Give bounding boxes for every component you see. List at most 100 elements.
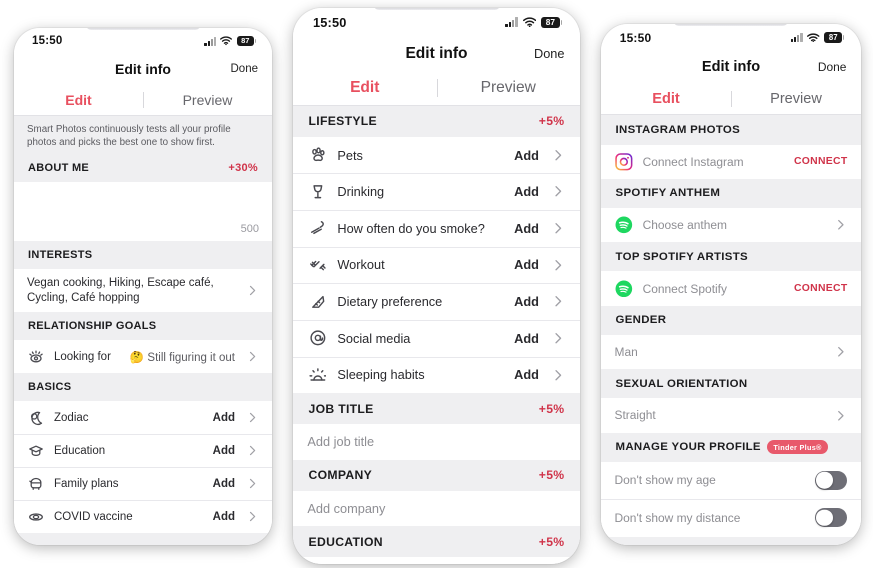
- list-item[interactable]: Pets Add: [293, 136, 580, 174]
- add-button[interactable]: Add: [514, 331, 539, 346]
- cellular-signal-icon: [505, 17, 518, 28]
- phone-screen: 15:50 87 Edit info Done Edit Preview INSTAGRAM…: [601, 24, 861, 545]
- toggle-switch[interactable]: [815, 508, 848, 528]
- tinder-plus-badge: Tinder Plus®: [767, 440, 828, 455]
- section-header: GENDER: [601, 305, 861, 335]
- list-item[interactable]: Choose anthem: [601, 208, 861, 243]
- list-item-label: Connect Spotify: [642, 281, 727, 296]
- section-header: SEXUAL ORIENTATION: [601, 369, 861, 399]
- toggle-row[interactable]: Don't show my distance: [601, 499, 861, 537]
- add-button[interactable]: Add: [514, 257, 539, 272]
- done-button[interactable]: Done: [818, 60, 847, 74]
- list-item[interactable]: Zodiac Add: [14, 401, 272, 434]
- tab-edit[interactable]: Edit: [293, 79, 437, 97]
- toggle-card: Don't show my age Don't show my distance: [601, 461, 861, 537]
- list-item[interactable]: COVID vaccine Add: [14, 500, 272, 533]
- add-button[interactable]: Add: [514, 148, 539, 163]
- section-percent: +5%: [538, 114, 565, 129]
- list-item[interactable]: Workout Add: [293, 246, 580, 284]
- page-title: Edit info: [115, 61, 171, 77]
- phone-screen: 15:50 87 Edit info Done Edit Preview Smart Pho…: [14, 28, 272, 545]
- list-item-label: Zodiac: [54, 411, 89, 424]
- toggle-switch[interactable]: [815, 470, 848, 491]
- connect-button[interactable]: CONNECT: [794, 283, 847, 294]
- list-item[interactable]: Drinking Add: [293, 173, 580, 210]
- list-item-label: Pets: [337, 147, 363, 163]
- list-item-label: Connect Instagram: [642, 154, 744, 169]
- chevron-right-icon: [551, 148, 565, 162]
- toggle-row[interactable]: Don't show my age: [601, 461, 861, 500]
- wifi-icon: [522, 17, 536, 28]
- chevron-right-icon: [246, 284, 259, 297]
- section-title: BASICS: [28, 381, 72, 393]
- list-item[interactable]: Straight: [601, 398, 861, 433]
- section-title: SEXUAL ORIENTATION: [615, 377, 748, 390]
- family-plans-icon: [27, 475, 45, 493]
- add-button[interactable]: Add: [514, 184, 539, 199]
- chevron-right-icon: [246, 444, 259, 457]
- tab-preview[interactable]: Preview: [437, 79, 581, 97]
- add-button[interactable]: Add: [213, 445, 235, 457]
- list-item-label: Drinking: [337, 184, 385, 200]
- add-button[interactable]: Add: [514, 294, 539, 309]
- chevron-right-icon: [551, 294, 565, 308]
- chevron-right-icon: [551, 184, 565, 198]
- social-media-icon: [307, 328, 327, 348]
- scroll-content[interactable]: LIFESTYLE +5% Pets Add Drinking Add How often …: [293, 105, 580, 564]
- battery-level: 87: [540, 16, 560, 29]
- list-item[interactable]: Family plans Add: [14, 467, 272, 500]
- list-item[interactable]: Dietary preference Add: [293, 283, 580, 320]
- list-item[interactable]: Connect Spotify CONNECT: [601, 271, 861, 306]
- add-button[interactable]: Add: [514, 367, 539, 382]
- page-title: Edit info: [701, 58, 761, 75]
- list-item[interactable]: Connect Instagram CONNECT: [601, 144, 861, 179]
- scroll-content[interactable]: Smart Photos continuously tests all your…: [14, 116, 272, 545]
- list-item[interactable]: Social media Add: [293, 319, 580, 357]
- section-title: JOB TITLE: [308, 401, 374, 416]
- list-item[interactable]: Sleeping habits Add: [293, 356, 580, 394]
- nav-bar: Edit info Done: [601, 51, 861, 83]
- text-input-row[interactable]: [293, 557, 580, 564]
- status-bar-indicators: 87: [505, 16, 563, 29]
- tab-bar: Edit Preview: [293, 70, 580, 106]
- tab-bar-border: [293, 104, 580, 106]
- chevron-right-icon: [834, 409, 848, 423]
- tab-preview[interactable]: Preview: [143, 92, 272, 108]
- list-item[interactable]: Education Add: [14, 434, 272, 467]
- list-item-label: How often do you smoke?: [337, 220, 485, 236]
- done-button[interactable]: Done: [231, 63, 259, 75]
- done-button[interactable]: Done: [534, 46, 564, 61]
- list-item-label: Dietary preference: [337, 294, 443, 310]
- about-me-field[interactable]: 500: [14, 182, 272, 241]
- tab-preview[interactable]: Preview: [731, 91, 861, 107]
- interests-value: Vegan cooking, Hiking, Escape café, Cycl…: [27, 276, 214, 304]
- scroll-content[interactable]: INSTAGRAM PHOTOS Connect Instagram CONNECT…: [601, 115, 861, 545]
- section-title: RELATIONSHIP GOALS: [28, 320, 157, 332]
- add-button[interactable]: Add: [213, 412, 235, 424]
- education-icon: [27, 442, 45, 460]
- connect-button[interactable]: CONNECT: [794, 156, 847, 167]
- phone-screen: 15:50 87 Edit info Done Edit Preview LIFESTYLE…: [293, 8, 580, 564]
- tab-divider: [143, 92, 144, 108]
- chevron-right-icon: [551, 221, 565, 235]
- status-bar-time: 15:50: [312, 14, 347, 30]
- add-button[interactable]: Add: [213, 478, 235, 490]
- add-button[interactable]: Add: [514, 221, 539, 236]
- section-percent: +5%: [538, 401, 565, 416]
- section-title: ABOUT ME: [28, 162, 90, 174]
- list-item-label: Man: [614, 345, 638, 360]
- list-item[interactable]: How often do you smoke? Add: [293, 210, 580, 247]
- list-item[interactable]: Man: [601, 334, 861, 370]
- battery-icon: 87: [236, 35, 256, 47]
- interests-row[interactable]: Vegan cooking, Hiking, Escape café, Cycl…: [14, 269, 272, 312]
- page-title: Edit info: [405, 44, 468, 62]
- tab-edit[interactable]: Edit: [601, 91, 731, 107]
- text-input-row[interactable]: Add company: [293, 490, 580, 527]
- tab-edit[interactable]: Edit: [14, 92, 143, 108]
- text-input-row[interactable]: Add job title: [293, 424, 580, 460]
- add-button[interactable]: Add: [213, 511, 235, 523]
- pets-icon: [307, 145, 327, 165]
- chevron-right-icon: [834, 218, 848, 232]
- list-item[interactable]: Looking for 🤔 Still figuring it out: [14, 340, 272, 373]
- nav-bar: Edit info Done: [14, 54, 272, 84]
